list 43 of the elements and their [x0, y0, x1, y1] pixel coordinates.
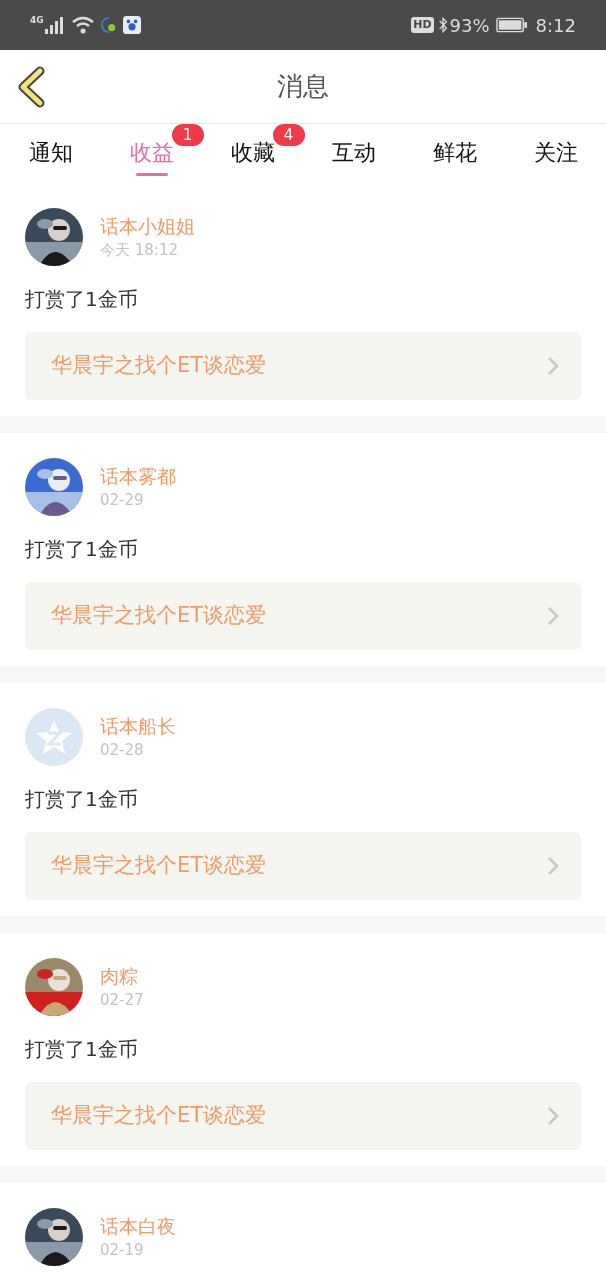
tab[interactable]: 收藏 4 — [202, 124, 303, 180]
message-time: 02-27 — [100, 990, 144, 1011]
chevron-right-icon — [547, 1106, 559, 1126]
chevron-right-icon — [547, 606, 559, 626]
user-name[interactable]: 肉粽 — [100, 963, 144, 989]
battery-percent: 93% — [449, 13, 490, 38]
user-name[interactable]: 话本雾都 — [100, 463, 176, 489]
book-link[interactable]: 华晨宇之找个ET谈恋爱 — [25, 332, 581, 400]
message-text: 打赏了1金币 — [25, 286, 139, 312]
message-text: 打赏了1金币 — [25, 1036, 139, 1062]
tab[interactable]: 通知 — [0, 124, 101, 180]
message-time: 02-29 — [100, 490, 145, 511]
chevron-right-icon — [547, 856, 559, 876]
user-name[interactable]: 话本船长 — [100, 713, 176, 739]
chevron-right-icon — [547, 356, 559, 376]
message-time: 02-19 — [100, 1240, 145, 1261]
message-text: 打赏了1金币 — [25, 786, 139, 812]
book-link[interactable]: 华晨宇之找个ET谈恋爱 — [25, 1082, 581, 1150]
default-avatar-icon — [25, 708, 83, 766]
user-name[interactable]: 话本白夜 — [100, 1213, 176, 1239]
clock: 8:12 — [535, 13, 576, 38]
signal-icon — [44, 16, 65, 34]
back-icon — [16, 66, 46, 108]
page-title: 消息 — [277, 70, 329, 103]
paw-app-icon — [122, 16, 141, 34]
tab[interactable]: 互动 — [303, 124, 404, 180]
message-text: 打赏了1金币 — [25, 536, 139, 562]
tab[interactable]: 关注 — [505, 124, 606, 180]
count-badge: 1 — [171, 123, 204, 146]
tab[interactable]: 鲜花 — [404, 124, 505, 180]
message-time: 02-28 — [100, 740, 145, 761]
book-link[interactable]: 华晨宇之找个ET谈恋爱 — [25, 582, 581, 650]
wifi-icon — [70, 16, 95, 34]
message-time: 今天 18:12 — [100, 240, 179, 261]
battery-icon — [495, 17, 528, 33]
network-label: 4G — [30, 14, 44, 27]
tab[interactable]: 收益 1 — [101, 124, 202, 180]
book-link[interactable]: 华晨宇之找个ET谈恋爱 — [25, 832, 581, 900]
back-button[interactable] — [16, 66, 46, 108]
hd-badge: HD — [411, 17, 434, 33]
user-name[interactable]: 话本小姐姐 — [100, 213, 195, 239]
bluetooth-icon — [437, 16, 448, 34]
tab-underline — [135, 173, 168, 176]
